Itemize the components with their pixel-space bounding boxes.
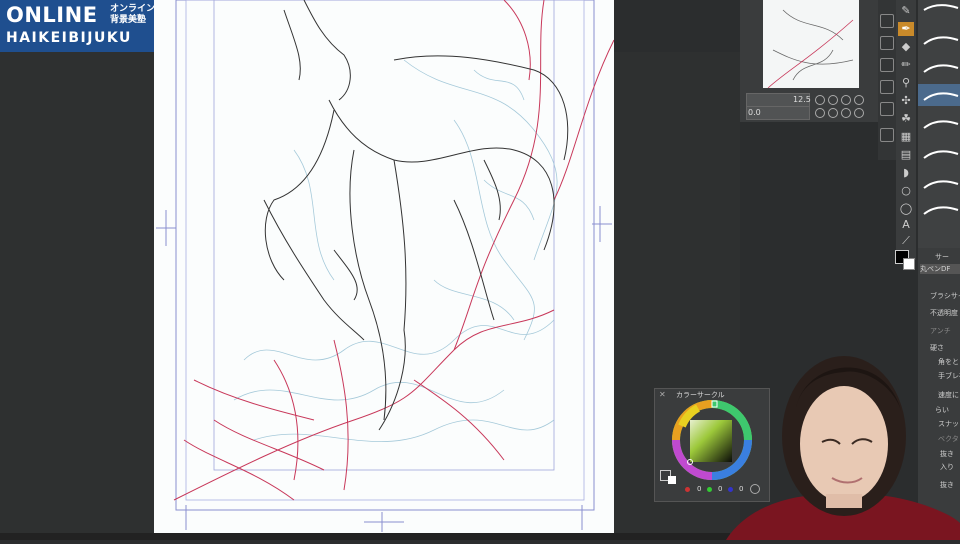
red-dot-icon xyxy=(685,487,690,492)
layer-icon-1[interactable] xyxy=(880,14,894,28)
sketch-artwork xyxy=(156,0,615,532)
brush-name: 丸ペンDF xyxy=(920,264,960,274)
layer-icon-5[interactable] xyxy=(880,102,894,116)
text-icon[interactable]: A xyxy=(898,218,914,232)
brush-size-label: ブラシサイ xyxy=(930,292,960,300)
layer-icon-2[interactable] xyxy=(880,36,894,50)
rotate-left-icon[interactable] xyxy=(815,108,825,118)
green-value: 0 xyxy=(718,485,723,493)
fill-icon[interactable]: ◗ xyxy=(898,166,914,180)
figure-icon[interactable]: ○ xyxy=(898,184,914,198)
decoration-icon[interactable]: ☘ xyxy=(898,112,914,126)
camera-icon[interactable] xyxy=(880,128,894,142)
brush-icon[interactable]: ⚲ xyxy=(898,76,914,90)
logo-subtitle: HAIKEIBIJUKU xyxy=(6,30,132,46)
rotate-right-icon[interactable] xyxy=(828,108,838,118)
airbrush-icon[interactable]: ✣ xyxy=(898,94,914,108)
preview-thumbnail xyxy=(767,9,854,89)
eyedropper-icon[interactable]: ✎ xyxy=(898,4,914,18)
correct-line-icon[interactable]: ⟋ xyxy=(898,234,914,248)
layer-icon-4[interactable] xyxy=(880,80,894,94)
zoom-value: 12.5 xyxy=(793,95,811,104)
presenter-webcam xyxy=(726,356,960,540)
pencil-icon[interactable]: ✏ xyxy=(898,58,914,72)
channel-logo: ONLINE オンライン 背景美塾 HAIKEIBIJUKU xyxy=(0,0,172,52)
color-circle-title: カラーサークル xyxy=(676,391,725,399)
flip-icon[interactable] xyxy=(854,108,864,118)
eraser-icon[interactable]: ◆ xyxy=(898,40,914,54)
opacity-label: 不透明度 xyxy=(930,309,958,317)
pen-icon[interactable]: ✒ xyxy=(898,22,914,36)
layer-icon-3[interactable] xyxy=(880,58,894,72)
status-bar xyxy=(0,533,730,540)
sub-color-swatch[interactable] xyxy=(903,258,915,270)
drawing-canvas[interactable] xyxy=(154,0,615,540)
blend-icon[interactable]: ▦ xyxy=(898,130,914,144)
green-dot-icon xyxy=(707,487,712,492)
logo-title: ONLINE xyxy=(6,3,98,27)
navigator-preview[interactable] xyxy=(763,0,859,89)
zoom-in-icon[interactable] xyxy=(828,95,838,105)
fit-icon[interactable] xyxy=(841,95,851,105)
actual-size-icon[interactable] xyxy=(854,95,864,105)
gradient-icon[interactable]: ▤ xyxy=(898,148,914,162)
red-value: 0 xyxy=(697,485,702,493)
reset-rotation-icon[interactable] xyxy=(841,108,851,118)
rotation-value: 0.0 xyxy=(748,108,761,117)
close-icon[interactable]: ✕ xyxy=(659,390,666,399)
bg-color-swatch[interactable] xyxy=(668,476,676,484)
zoom-out-icon[interactable] xyxy=(815,95,825,105)
brush-strokes-preview xyxy=(918,4,960,215)
subtool-tab[interactable]: サー xyxy=(935,252,949,262)
lasso-icon[interactable]: ◯ xyxy=(898,202,914,216)
